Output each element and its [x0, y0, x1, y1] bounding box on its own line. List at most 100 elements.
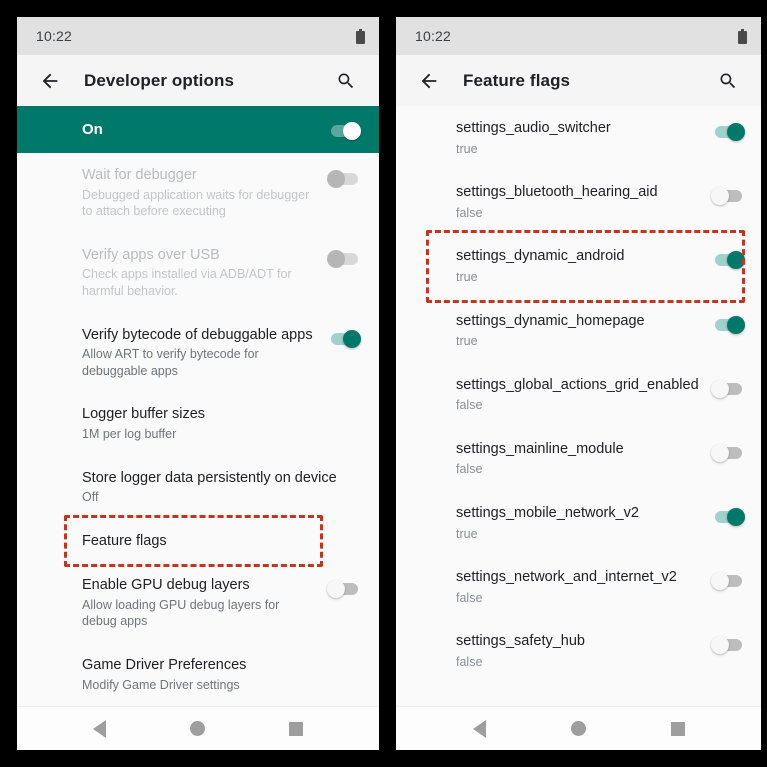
- nav-recents-icon[interactable]: [289, 721, 303, 736]
- list-item[interactable]: Verify apps over USB Check apps installed…: [17, 233, 379, 313]
- list-item[interactable]: Verify bytecode of debuggable apps Allow …: [17, 313, 379, 393]
- row-toggle-switch[interactable]: [327, 579, 361, 599]
- battery-icon: [356, 28, 365, 44]
- list-item-texts: Game Driver Preferences Modify Game Drive…: [82, 656, 361, 693]
- back-arrow-icon[interactable]: [412, 64, 446, 98]
- list-item[interactable]: settings_audio_switchertrue: [396, 106, 761, 170]
- list-item[interactable]: Enable GPU debug layers Allow loading GPU…: [17, 563, 379, 643]
- list-item-texts: Store logger data persistently on device…: [82, 469, 361, 506]
- app-bar: Developer options: [17, 55, 379, 106]
- list-item-title: settings_bluetooth_hearing_aid: [456, 184, 658, 201]
- row-toggle-switch[interactable]: [711, 250, 745, 270]
- row-toggle-switch[interactable]: [711, 507, 745, 527]
- row-toggle-switch[interactable]: [711, 315, 745, 335]
- list-item-subtitle: true: [456, 269, 478, 284]
- master-switch-toggle[interactable]: [327, 121, 361, 141]
- back-arrow-icon[interactable]: [33, 64, 67, 98]
- list-item-title: settings_safety_hub: [456, 633, 585, 650]
- list-item-title: Verify apps over USB: [82, 246, 220, 263]
- list-item-texts: settings_bluetooth_hearing_aidfalse: [456, 183, 711, 221]
- battery-icon: [738, 28, 747, 44]
- phone-screen-feature-flags: 10:22 Feature flags settings_audio_switc…: [396, 17, 761, 750]
- row-toggle-switch[interactable]: [327, 329, 361, 349]
- row-toggle-switch[interactable]: [711, 122, 745, 142]
- row-toggle-switch: [327, 169, 361, 189]
- list-item-subtitle: Off: [82, 490, 99, 505]
- list-item-texts: Verify bytecode of debuggable apps Allow …: [82, 326, 327, 380]
- nav-recents-icon[interactable]: [670, 721, 685, 736]
- list-item-subtitle: false: [456, 590, 483, 605]
- list-item-subtitle: false: [456, 398, 483, 413]
- page-title: Feature flags: [463, 70, 571, 90]
- list-item[interactable]: settings_safety_hubfalse: [396, 619, 761, 683]
- nav-back-icon[interactable]: [93, 719, 106, 738]
- list-item-subtitle: true: [456, 141, 478, 156]
- search-icon[interactable]: [329, 64, 363, 98]
- status-bar-clock: 10:22: [36, 28, 73, 44]
- list-item-title: settings_dynamic_homepage: [456, 312, 645, 329]
- list-item[interactable]: Logger buffer sizes 1M per log buffer: [17, 392, 379, 455]
- list-item-texts: settings_mainline_module false: [456, 440, 711, 478]
- list-item[interactable]: settings_bluetooth_hearing_aidfalse: [396, 170, 761, 234]
- row-toggle-switch: [327, 249, 361, 269]
- list-item-texts: settings_safety_hubfalse: [456, 632, 711, 670]
- app-bar: Feature flags: [396, 55, 761, 106]
- nav-home-icon[interactable]: [570, 721, 586, 736]
- status-bar: 10:22: [396, 17, 761, 55]
- list-item[interactable]: Wait for debugger Debugged application wa…: [17, 153, 379, 233]
- row-toggle-switch[interactable]: [711, 571, 745, 591]
- list-item[interactable]: settings_dynamic_androidtrue: [396, 234, 761, 298]
- page-title: Developer options: [84, 70, 235, 90]
- list-item-texts: settings_audio_switchertrue: [456, 119, 711, 157]
- list-item-title: settings_audio_switcher: [456, 120, 611, 136]
- list-item-subtitle: false: [456, 654, 483, 669]
- list-item-subtitle: Modify Game Driver settings: [82, 677, 240, 692]
- settings-list[interactable]: Wait for debugger Debugged application wa…: [17, 153, 379, 706]
- list-item-title: settings_dynamic_android: [456, 248, 625, 265]
- list-item[interactable]: settings_dynamic_homepagetrue: [396, 299, 761, 363]
- search-icon[interactable]: [711, 64, 745, 98]
- list-item-subtitle: true: [456, 526, 478, 541]
- row-toggle-switch[interactable]: [711, 379, 745, 399]
- list-item-texts: Enable GPU debug layers Allow loading GPU…: [82, 576, 327, 630]
- list-item-texts: Verify apps over USB Check apps installed…: [82, 246, 327, 300]
- list-item-texts: Wait for debugger Debugged application wa…: [82, 166, 327, 220]
- list-item[interactable]: settings_mobile_network_v2true: [396, 491, 761, 555]
- list-item-title: Wait for debugger: [82, 167, 197, 183]
- system-navigation-bar: [17, 706, 379, 750]
- list-item-subtitle: Allow loading GPU debug layers for debug…: [82, 597, 280, 629]
- list-item-texts: Logger buffer sizes 1M per log buffer: [82, 405, 361, 442]
- master-switch-label: On: [82, 121, 103, 138]
- list-item-title: Feature flags: [82, 532, 167, 549]
- list-item-texts: Feature flags: [82, 532, 361, 551]
- row-toggle-switch[interactable]: [711, 186, 745, 206]
- nav-back-icon[interactable]: [472, 719, 486, 738]
- list-item-texts: settings_dynamic_homepagetrue: [456, 312, 711, 350]
- list-item-title: settings_mainline_module: [456, 440, 624, 457]
- list-item[interactable]: settings_network_and_internet_v2false: [396, 555, 761, 619]
- list-item-subtitle: Allow ART to verify bytecode for debugga…: [82, 347, 259, 378]
- list-item-title: Verify bytecode of debuggable apps: [82, 326, 313, 343]
- nav-home-icon[interactable]: [190, 721, 205, 736]
- developer-options-master-switch-row[interactable]: On: [17, 106, 379, 153]
- list-item-title: settings_mobile_network_v2: [456, 505, 639, 522]
- status-bar: 10:22: [17, 17, 379, 55]
- list-item-subtitle: true: [456, 334, 478, 349]
- list-item-title: Store logger data persistently on device: [82, 469, 337, 486]
- list-item-texts: settings_mobile_network_v2true: [456, 504, 711, 542]
- list-item-subtitle: false: [456, 205, 483, 220]
- list-item-texts: settings_network_and_internet_v2false: [456, 568, 711, 606]
- list-item[interactable]: settings_mainline_module false: [396, 427, 761, 491]
- list-item-title: settings_network_and_internet_v2: [456, 569, 677, 586]
- list-item-subtitle: 1M per log buffer: [82, 426, 177, 441]
- list-item-subtitle: Debugged application waits for debugger …: [82, 187, 310, 219]
- phone-screen-developer-options: 10:22 Developer options On Wait for debu…: [17, 17, 379, 750]
- list-item[interactable]: Game Driver Preferences Modify Game Drive…: [17, 643, 379, 706]
- row-toggle-switch[interactable]: [711, 443, 745, 463]
- list-item[interactable]: settings_global_actions_grid_enabled fals…: [396, 363, 761, 427]
- list-item[interactable]: Store logger data persistently on device…: [17, 456, 379, 519]
- list-item-subtitle: Check apps installed via ADB/ADT for har…: [82, 267, 292, 298]
- list-item[interactable]: Feature flags: [17, 519, 379, 564]
- row-toggle-switch[interactable]: [711, 635, 745, 655]
- feature-flags-list[interactable]: settings_audio_switchertrue settings_blue…: [396, 106, 761, 706]
